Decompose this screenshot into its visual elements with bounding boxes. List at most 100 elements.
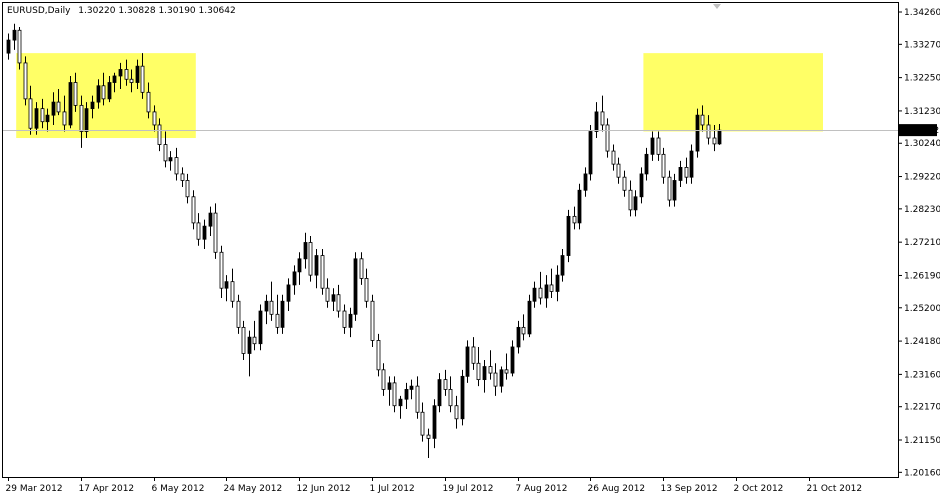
y-tick-label: 1.30240 (904, 139, 940, 149)
candle-body (700, 114, 705, 126)
candle (577, 183, 582, 230)
candle (353, 252, 358, 321)
candle-body (695, 114, 700, 152)
candle-body (639, 173, 644, 198)
candle (415, 376, 420, 419)
candle-body (471, 346, 476, 364)
ohlc-readout: 1.30220 1.30828 1.30190 1.30642 (78, 6, 236, 16)
candle (230, 268, 235, 308)
candle-body (460, 375, 465, 420)
highlight-zone[interactable] (643, 53, 823, 132)
time-axis: 29 Mar 2012 17 Apr 2012 6 May 2012 24 May 2… (6, 477, 862, 494)
candle (476, 346, 481, 387)
candle-body (622, 176, 627, 191)
candle (370, 294, 375, 347)
y-tick-label: 1.20160 (904, 468, 940, 478)
candle-body (538, 287, 543, 299)
candle-body (454, 405, 459, 420)
candle-body (684, 167, 689, 178)
candle-body (588, 131, 593, 175)
price-chart[interactable]: 1.34260 1.33270 1.32250 1.31230 1.30240 1.292… (0, 0, 940, 497)
candle-body (516, 326, 521, 348)
candle-body (168, 157, 173, 162)
scroll-marker-icon[interactable] (713, 4, 721, 9)
candle-body (616, 163, 621, 178)
candle-body (185, 180, 190, 198)
candle-body (230, 281, 235, 302)
candle-body (572, 215, 577, 224)
candle-body (34, 108, 39, 129)
candle (488, 350, 493, 380)
candle-body (437, 379, 442, 407)
x-tick-label: 26 Aug 2012 (588, 484, 646, 494)
chart-title: EURUSD,Daily 1.30220 1.30828 1.30190 1.3… (7, 6, 236, 16)
candle-body (594, 111, 599, 132)
x-tick-label: 7 Aug 2012 (516, 484, 568, 494)
candle-body (482, 366, 487, 381)
candle-body (152, 111, 157, 126)
candle (409, 379, 414, 400)
candle-body (101, 85, 106, 100)
candle (521, 314, 526, 341)
candle (420, 402, 425, 442)
candle-body (40, 108, 45, 123)
candle-body (432, 405, 437, 439)
candle-body (163, 144, 168, 162)
candle (633, 190, 638, 217)
candle-body (224, 281, 229, 289)
candle (348, 307, 353, 338)
candle (555, 265, 560, 302)
candle (336, 284, 341, 318)
candle (68, 75, 73, 129)
candle (532, 281, 537, 308)
candle (168, 151, 173, 171)
candle-body (532, 287, 537, 302)
candle (6, 33, 11, 60)
candle (303, 232, 308, 269)
candle (443, 369, 448, 396)
candle-body (409, 385, 414, 390)
candle (404, 382, 409, 409)
candle (12, 23, 17, 50)
candle-body (303, 242, 308, 260)
candle-body (628, 189, 633, 211)
candle (454, 395, 459, 429)
candle (314, 249, 319, 289)
candle (516, 320, 521, 354)
candle (527, 294, 532, 338)
candle (174, 147, 179, 181)
candle (191, 190, 196, 230)
candle (392, 376, 397, 413)
candle (549, 268, 554, 298)
candle-body (544, 284, 549, 299)
candle-body (656, 137, 661, 155)
candle (471, 337, 476, 370)
candle (381, 363, 386, 396)
candle-body (398, 398, 403, 407)
candle (247, 330, 252, 377)
candle-body (605, 124, 610, 152)
current-price-label: 1.30642 (902, 126, 939, 136)
candle-body (387, 382, 392, 390)
candle (622, 170, 627, 197)
candle-body (370, 300, 375, 341)
candle (661, 147, 666, 184)
candlestick-chart[interactable]: 1.34260 1.33270 1.32250 1.31230 1.30240 1.292… (0, 0, 940, 497)
candle-body (129, 78, 134, 83)
candle (213, 203, 218, 259)
y-tick-label: 1.23160 (904, 370, 940, 380)
candle (364, 268, 369, 308)
candle (600, 95, 605, 132)
candle-body (420, 411, 425, 436)
candle-body (62, 111, 67, 126)
candle (482, 360, 487, 393)
candle-body (191, 196, 196, 224)
highlight-zone[interactable] (16, 53, 196, 139)
candle-body (28, 98, 33, 129)
candle (588, 124, 593, 181)
candle-body (549, 284, 554, 292)
candle-body (342, 310, 347, 328)
candle (241, 320, 246, 361)
candle-body (196, 222, 201, 240)
candle (252, 320, 257, 351)
